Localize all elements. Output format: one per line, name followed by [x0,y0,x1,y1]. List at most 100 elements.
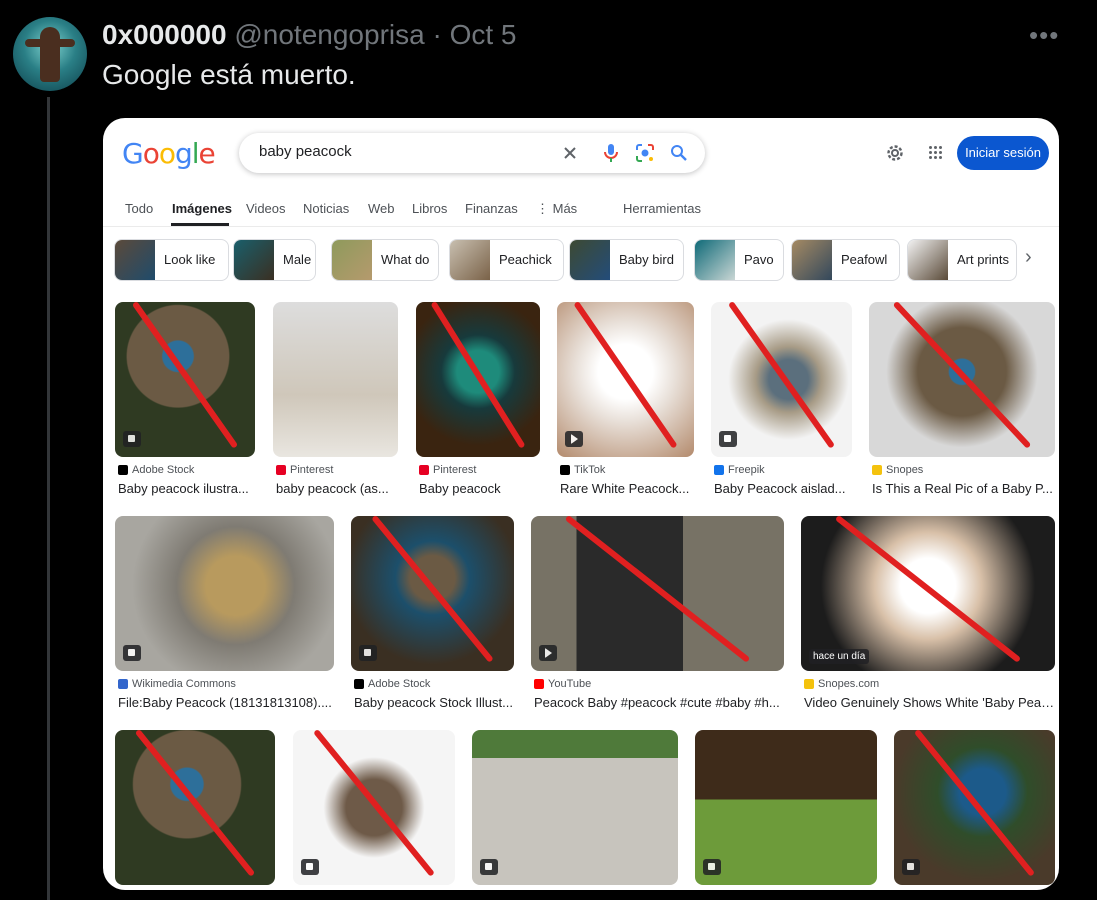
chip-peafowl[interactable]: Peafowl [791,239,900,281]
result-source-label: Adobe Stock [132,464,195,476]
tab-web[interactable]: Web [368,201,395,216]
result-source[interactable]: Pinterest [419,464,476,476]
result-source-label: Pinterest [290,464,334,476]
image-badge-icon [480,859,498,875]
site-favicon-icon [118,679,128,689]
result-title[interactable]: File:Baby Peacock (18131813108).... [118,695,337,710]
site-favicon-icon [118,465,128,475]
google-screenshot[interactable]: Google Iniciar sesión Todo Imágenes Vide… [103,118,1059,890]
chip-art-prints[interactable]: Art prints [907,239,1017,281]
result-title[interactable]: Baby peacock Stock Illust... [354,695,517,710]
result-source-label: Adobe Stock [368,678,431,690]
result-source[interactable]: TikTok [560,464,605,476]
result-source[interactable]: Snopes [872,464,923,476]
result-title[interactable]: Baby peacock ilustra... [118,481,258,496]
result-source[interactable]: YouTube [534,678,591,690]
time-badge: hace un día [809,649,870,664]
site-favicon-icon [419,465,429,475]
handle[interactable]: @notengoprisa [234,19,424,50]
site-favicon-icon [354,679,364,689]
settings-gear-icon[interactable] [885,143,905,168]
signin-button[interactable]: Iniciar sesión [957,136,1049,170]
image-badge-icon [123,645,141,661]
result-image[interactable] [416,302,540,457]
result-source[interactable]: Wikimedia Commons [118,678,236,690]
result-source-label: Snopes [886,464,924,476]
chip-baby-bird[interactable]: Baby bird [569,239,684,281]
video-badge-icon [539,645,557,661]
result-image[interactable] [115,516,334,671]
image-badge-icon [301,859,319,875]
result-source-label: Freepik [728,464,765,476]
result-source[interactable]: Adobe Stock [118,464,194,476]
tab-noticias[interactable]: Noticias [303,201,349,216]
result-title[interactable]: baby peacock (as... [276,481,401,496]
site-favicon-icon [276,465,286,475]
tab-libros[interactable]: Libros [412,201,447,216]
tab-herramientas[interactable]: Herramientas [623,201,701,216]
result-title[interactable]: Is This a Real Pic of a Baby P... [872,481,1058,496]
site-favicon-icon [560,465,570,475]
lens-icon[interactable] [633,141,657,165]
result-source[interactable]: Adobe Stock [354,678,430,690]
result-image[interactable] [115,302,255,457]
tab-imagenes[interactable]: Imágenes [172,201,232,216]
red-strike-mark [565,516,750,662]
avatar[interactable] [13,17,87,91]
result-title[interactable]: Peacock Baby #peacock #cute #baby #h... [534,695,787,710]
red-strike-mark [136,730,254,876]
site-favicon-icon [714,465,724,475]
chip-what-do[interactable]: What do [331,239,439,281]
chip-peachick[interactable]: Peachick [449,239,564,281]
red-strike-mark [431,302,525,448]
result-image[interactable] [293,730,455,885]
result-image[interactable] [894,730,1055,885]
result-image[interactable] [472,730,678,885]
tab-todo[interactable]: Todo [125,201,153,216]
chip-pavo[interactable]: Pavo [694,239,784,281]
chevron-right-icon[interactable]: › [1025,246,1032,269]
tab-finanzas[interactable]: Finanzas [465,201,518,216]
chip-look-like[interactable]: Look like [114,239,229,281]
tab-videos[interactable]: Videos [246,201,286,216]
google-logo: Google [122,137,216,170]
thread-line [47,97,50,900]
search-tabs: Todo Imágenes Videos Noticias Web Libros… [103,196,1059,227]
display-name[interactable]: 0x000000 [102,19,227,50]
search-box[interactable] [239,133,705,173]
result-image[interactable] [869,302,1055,457]
result-source[interactable]: Freepik [714,464,765,476]
result-source-label: Pinterest [433,464,477,476]
result-title[interactable]: Baby Peacock aislad... [714,481,855,496]
microphone-icon[interactable] [599,141,623,165]
result-source-label: Wikimedia Commons [132,678,236,690]
result-image[interactable] [273,302,398,457]
result-image[interactable] [557,302,694,457]
result-title[interactable]: Video Genuinely Shows White 'Baby Peac..… [804,695,1058,710]
site-favicon-icon [872,465,882,475]
result-image[interactable] [695,730,877,885]
red-strike-mark [836,516,1020,662]
tweet-text: Google está muerto. [102,59,356,90]
search-input[interactable] [257,142,541,161]
tab-mas[interactable]: ⋮ Más [536,201,577,217]
result-image[interactable] [115,730,275,885]
result-image[interactable] [351,516,514,671]
red-strike-mark [893,302,1031,448]
result-image[interactable] [531,516,784,671]
clear-icon[interactable] [558,141,582,165]
result-image[interactable]: hace un día [801,516,1055,671]
search-icon[interactable] [667,141,691,165]
active-tab-indicator [171,223,229,226]
more-horizontal-icon[interactable]: ••• [1029,22,1058,48]
result-title[interactable]: Baby peacock [419,481,543,496]
result-source[interactable]: Snopes.com [804,678,879,690]
apps-grid-icon[interactable] [929,146,943,160]
image-badge-icon [123,431,141,447]
result-image[interactable] [711,302,852,457]
result-source[interactable]: Pinterest [276,464,333,476]
result-title[interactable]: Rare White Peacock... [560,481,697,496]
result-source-label: Snopes.com [818,678,880,690]
tweet-date[interactable]: Oct 5 [450,19,517,50]
chip-male[interactable]: Male [233,239,316,281]
